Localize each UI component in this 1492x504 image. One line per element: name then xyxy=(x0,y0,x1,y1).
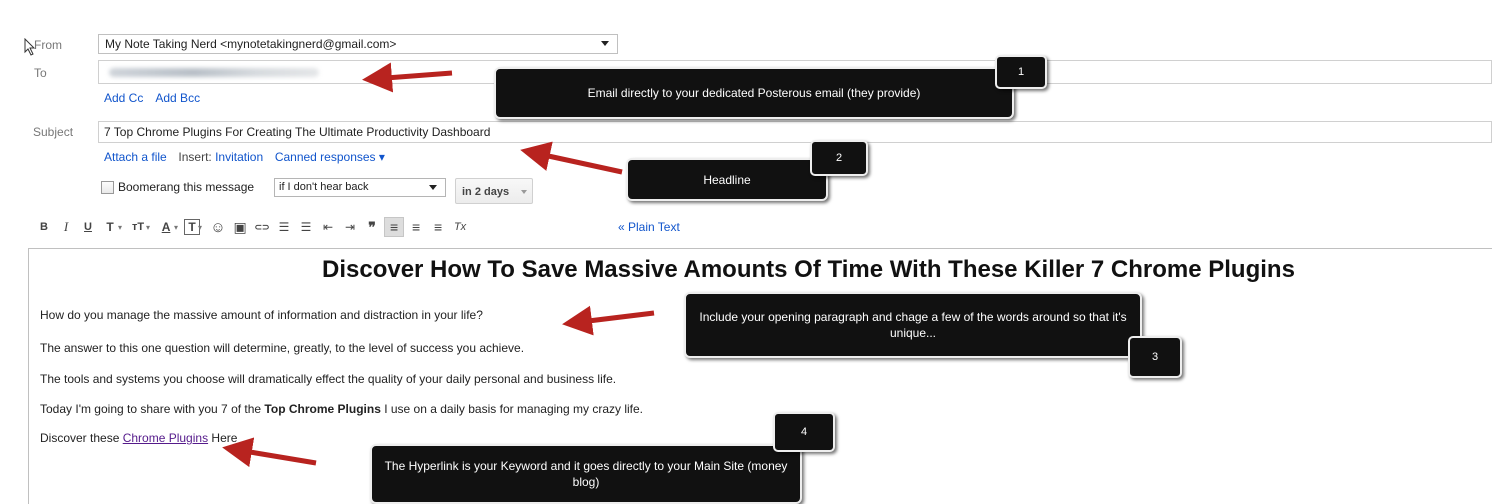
callout-badge-1: 1 xyxy=(995,55,1047,89)
arrow-to-recipient xyxy=(362,62,453,93)
arrow-to-first-paragraph xyxy=(562,305,655,336)
callout-4: The Hyperlink is your Keyword and it goe… xyxy=(370,444,802,504)
mouse-pointer-icon xyxy=(24,38,36,56)
callout-badge-4: 4 xyxy=(773,412,835,452)
callout-3: Include your opening paragraph and chage… xyxy=(684,292,1142,358)
callout-1: Email directly to your dedicated Postero… xyxy=(494,67,1014,119)
arrow-to-subject xyxy=(520,141,623,175)
callout-badge-2: 2 xyxy=(810,140,868,176)
arrow-to-hyperlink xyxy=(222,437,317,468)
callout-badge-3: 3 xyxy=(1128,336,1182,378)
callout-2: Headline xyxy=(626,158,828,201)
